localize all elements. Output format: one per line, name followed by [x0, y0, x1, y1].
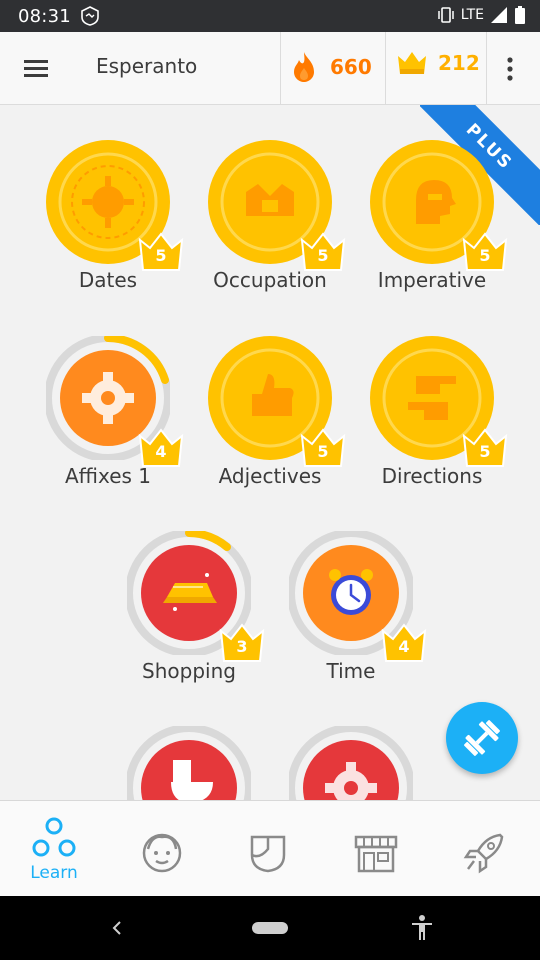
back-icon[interactable] — [110, 920, 124, 936]
crown-icon — [398, 52, 426, 74]
skill-imperative[interactable]: 5 Imperative — [362, 140, 508, 292]
tab-labs[interactable] — [444, 831, 524, 875]
skill-icon: 5 — [208, 336, 346, 467]
vibrate-icon — [437, 7, 454, 23]
dumbbell-icon — [464, 720, 500, 756]
crown-level: 5 — [479, 246, 491, 265]
skill-icon: 4 — [287, 529, 427, 662]
divider — [385, 32, 386, 104]
more-options-icon[interactable] — [500, 56, 520, 82]
divider — [280, 32, 281, 104]
skill-icon: 5 — [370, 140, 508, 271]
accessibility-icon[interactable] — [410, 914, 434, 942]
skill-affixes-1[interactable]: 4 Affixes 1 — [38, 334, 184, 488]
crown-level: 4 — [398, 637, 410, 656]
divider — [486, 32, 487, 104]
rocket-icon — [463, 833, 504, 874]
shop-icon — [354, 835, 398, 873]
home-pill[interactable] — [252, 922, 288, 934]
bottom-navigation: Learn — [0, 800, 540, 897]
skill-shopping[interactable]: 3 Shopping — [119, 529, 265, 683]
current-language[interactable]: Esperanto — [96, 54, 197, 78]
crown-badge: 5 — [300, 232, 346, 272]
skill-occupation[interactable]: 5 Occupation — [200, 140, 346, 292]
skill-time[interactable]: 4 Time — [281, 529, 427, 683]
battery-icon — [515, 6, 525, 24]
tab-shop[interactable] — [336, 831, 416, 875]
status-bar: 08:31 LTE — [0, 0, 540, 32]
crown-badge: 3 — [219, 623, 265, 663]
signal-icon — [491, 7, 507, 23]
practice-button[interactable] — [446, 702, 518, 774]
crown-level: 5 — [317, 442, 329, 461]
skill-icon: 3 — [125, 529, 265, 662]
skill-icon: 5 — [46, 140, 184, 271]
flame-icon — [294, 52, 314, 82]
tab-learn[interactable]: Learn — [14, 817, 94, 883]
skill-adjectives[interactable]: 5 Adjectives — [200, 336, 346, 488]
crown-badge: 5 — [462, 428, 508, 468]
skill-dates[interactable]: 5 Dates — [38, 140, 184, 292]
tab-profile[interactable] — [122, 831, 202, 875]
crown-badge: 4 — [381, 623, 427, 663]
streak-count: 660 — [330, 55, 372, 79]
skill-icon: 5 — [208, 140, 346, 271]
network-type: LTE — [460, 7, 484, 23]
crown-level: 5 — [317, 246, 329, 265]
crown-level: 3 — [236, 637, 248, 656]
app-bar: Esperanto 660 212 — [0, 32, 540, 105]
streak-counter[interactable]: 660 — [290, 50, 372, 84]
learn-icon — [32, 817, 76, 857]
crown-counter[interactable]: 212 — [396, 50, 480, 76]
crown-level: 5 — [155, 246, 167, 265]
hamburger-menu-icon[interactable] — [22, 56, 50, 80]
skill-icon: 4 — [44, 334, 184, 467]
shield-icon — [250, 835, 286, 873]
crown-badge: 5 — [462, 232, 508, 272]
crown-count: 212 — [438, 51, 480, 75]
crown-level: 5 — [479, 442, 491, 461]
crown-level: 4 — [155, 442, 167, 461]
tab-leagues[interactable] — [228, 831, 308, 875]
skill-directions[interactable]: 5 Directions — [362, 336, 508, 488]
crown-badge: 5 — [300, 428, 346, 468]
skill-icon: 5 — [370, 336, 508, 467]
crown-badge: 4 — [138, 428, 184, 468]
profile-icon — [142, 833, 182, 873]
status-time: 08:31 — [18, 6, 71, 27]
vpn-icon — [81, 6, 99, 26]
tab-label: Learn — [30, 863, 78, 883]
crown-badge: 5 — [138, 232, 184, 272]
system-navigation-bar — [0, 896, 540, 960]
